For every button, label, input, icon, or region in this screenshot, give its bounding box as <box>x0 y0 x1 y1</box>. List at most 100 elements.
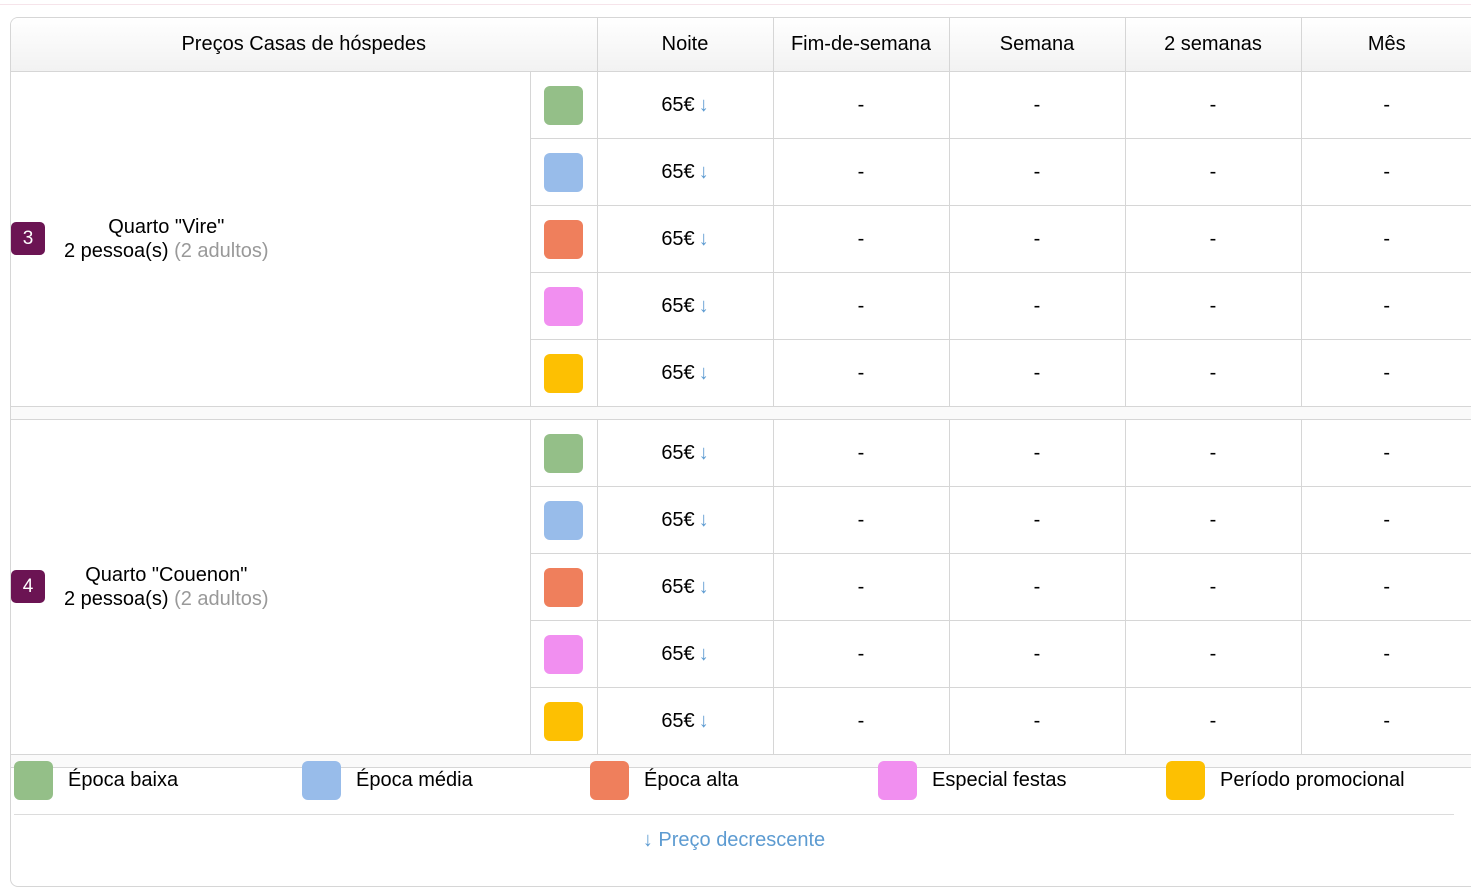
season-legend: Época baixa Época média Época alta Especial… <box>14 746 1454 852</box>
season-swatch-promo <box>544 353 583 393</box>
room-separator-cell <box>11 406 1471 420</box>
price-two-weeks-cell: - <box>1124 687 1301 755</box>
season-swatch-holiday <box>544 634 583 674</box>
legend-label: Especial festas <box>932 768 1067 791</box>
price-two-weeks-cell: - <box>1124 620 1301 688</box>
arrow-down-icon: ↓ <box>698 508 709 531</box>
season-swatch-high <box>544 219 583 259</box>
table-row: 3 Quarto "Vire" 2 pessoa(s) (2 adultos) 65€… <box>11 71 1471 407</box>
price-night: 65€ ↓ <box>661 228 708 251</box>
room-name: Quarto "Couenon" <box>85 564 248 586</box>
price-month-cell: - <box>1300 687 1471 755</box>
legend-item: Época média <box>302 760 590 800</box>
column-header-weekend: Fim-de-semana <box>772 18 949 72</box>
price-weekend-cell: - <box>772 687 949 755</box>
column-header-two-weeks: 2 semanas <box>1124 18 1301 72</box>
room-info: 3 Quarto "Vire" 2 pessoa(s) (2 adultos) <box>11 215 530 263</box>
arrow-down-icon: ↓ <box>698 642 709 665</box>
price-two-weeks-cell: - <box>1124 419 1301 487</box>
price-night-cell: 65€ ↓ <box>596 138 773 206</box>
season-swatch-high <box>544 567 583 607</box>
column-header-night: Noite <box>596 18 773 72</box>
arrow-down-icon: ↓ <box>698 160 709 183</box>
arrow-down-icon: ↓ <box>698 294 709 317</box>
season-swatch-cell <box>530 486 597 554</box>
price-two-weeks-cell: - <box>1124 272 1301 340</box>
price-night-value: 65€ <box>661 361 695 384</box>
legend-swatch <box>878 760 917 800</box>
price-night: 65€ ↓ <box>661 643 708 666</box>
legend-item: Especial festas <box>878 760 1166 800</box>
room-text: Quarto "Vire" 2 pessoa(s) (2 adultos) <box>64 215 269 263</box>
price-month-cell: - <box>1300 339 1471 407</box>
season-swatch-cell <box>530 687 597 755</box>
season-swatch-cell <box>530 339 597 407</box>
room-name: Quarto "Vire" <box>108 216 225 238</box>
top-divider <box>0 4 1471 5</box>
price-weekend-cell: - <box>772 272 949 340</box>
price-weekend-cell: - <box>772 339 949 407</box>
room-capacity-line: 2 pessoa(s) (2 adultos) <box>64 239 269 263</box>
room-text: Quarto "Couenon" 2 pessoa(s) (2 adultos) <box>64 563 269 611</box>
price-night-value: 65€ <box>661 227 695 250</box>
arrow-down-icon: ↓ <box>698 441 709 464</box>
season-swatch-cell <box>530 138 597 206</box>
legend-swatch <box>14 760 53 800</box>
price-week-cell: - <box>948 71 1125 139</box>
price-week-cell: - <box>948 205 1125 273</box>
price-night-cell: 65€ ↓ <box>596 553 773 621</box>
room-capacity-line: 2 pessoa(s) (2 adultos) <box>64 587 269 611</box>
arrow-down-icon: ↓ <box>698 361 709 384</box>
price-month-cell: - <box>1300 71 1471 139</box>
price-month-cell: - <box>1300 553 1471 621</box>
arrow-down-icon: ↓ <box>698 709 709 732</box>
legend-label: Época alta <box>644 768 739 791</box>
price-night-value: 65€ <box>661 93 695 116</box>
price-month-cell: - <box>1300 138 1471 206</box>
legend-note: ↓ Preço decrescente <box>642 829 826 851</box>
price-month-cell: - <box>1300 419 1471 487</box>
price-night-cell: 65€ ↓ <box>596 419 773 487</box>
price-night-value: 65€ <box>661 709 695 732</box>
season-swatch-cell <box>530 620 597 688</box>
legend-item: Época baixa <box>14 760 302 800</box>
price-night: 65€ ↓ <box>661 362 708 385</box>
price-week-cell: - <box>948 339 1125 407</box>
season-swatch-cell <box>530 272 597 340</box>
legend-swatch <box>590 760 629 800</box>
legend-label: Período promocional <box>1220 768 1405 791</box>
price-weekend-cell: - <box>772 486 949 554</box>
price-weekend-cell: - <box>772 138 949 206</box>
price-table: Preços Casas de hóspedes Noite Fim-de-se… <box>11 18 1471 768</box>
price-month-cell: - <box>1300 272 1471 340</box>
legend-label: Época baixa <box>68 768 179 791</box>
price-night-cell: 65€ ↓ <box>596 272 773 340</box>
room-cell: 3 Quarto "Vire" 2 pessoa(s) (2 adultos) <box>11 71 531 407</box>
price-weekend-cell: - <box>772 553 949 621</box>
price-night-value: 65€ <box>661 642 695 665</box>
room-capacity: 2 pessoa(s) <box>64 588 169 610</box>
price-night-cell: 65€ ↓ <box>596 205 773 273</box>
price-night: 65€ ↓ <box>661 295 708 318</box>
column-header-month: Mês <box>1300 18 1471 72</box>
room-info: 4 Quarto "Couenon" 2 pessoa(s) (2 adultos) <box>11 563 530 611</box>
season-swatch-cell <box>530 205 597 273</box>
price-night: 65€ ↓ <box>661 161 708 184</box>
price-weekend-cell: - <box>772 620 949 688</box>
room-capacity: 2 pessoa(s) <box>64 240 169 262</box>
legend-item: Época alta <box>590 760 878 800</box>
table-row: 4 Quarto "Couenon" 2 pessoa(s) (2 adultos)… <box>11 419 1471 755</box>
legend-swatch <box>1166 760 1205 800</box>
arrow-down-icon: ↓ <box>698 93 709 116</box>
legend-label: Época média <box>356 768 473 791</box>
season-swatch-holiday <box>544 286 583 326</box>
price-two-weeks-cell: - <box>1124 486 1301 554</box>
arrow-down-icon: ↓ <box>698 227 709 250</box>
room-number-badge: 3 <box>11 221 45 255</box>
arrow-down-icon: ↓ <box>698 575 709 598</box>
price-night-value: 65€ <box>661 294 695 317</box>
price-night: 65€ ↓ <box>661 94 708 117</box>
price-night-cell: 65€ ↓ <box>596 339 773 407</box>
price-weekend-cell: - <box>772 71 949 139</box>
price-night-cell: 65€ ↓ <box>596 687 773 755</box>
